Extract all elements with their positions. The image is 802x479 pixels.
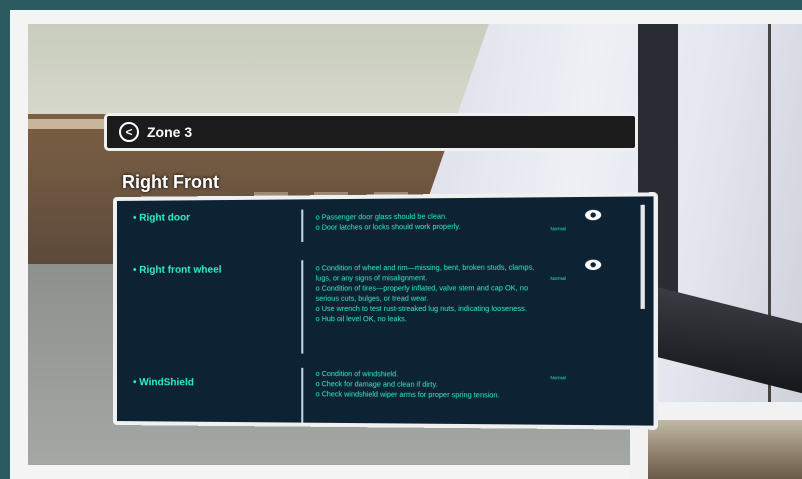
item-details: o Condition of windshield. o Check for d…	[315, 370, 500, 400]
divider	[301, 260, 304, 354]
item-details: o Passenger door glass should be clean. …	[315, 213, 461, 232]
divider	[301, 367, 304, 425]
scrollbar[interactable]	[640, 204, 645, 309]
divider	[301, 209, 304, 243]
item-label: • Right front wheel	[132, 264, 222, 276]
zone-header: < Zone 3	[104, 113, 638, 151]
zone-title: Zone 3	[147, 124, 193, 140]
status-badge: Normal	[550, 226, 566, 232]
section-title: Right Front	[122, 172, 219, 192]
status-badge: Normal	[550, 275, 566, 282]
status-badge: Normal	[550, 375, 566, 381]
eye-icon[interactable]	[585, 209, 602, 221]
item-label: • Right door	[132, 212, 191, 224]
back-icon[interactable]: <	[119, 122, 139, 142]
inspection-panel: • Right door o Passenger door glass shou…	[113, 192, 658, 430]
item-details: o Condition of wheel and rim—missing, be…	[315, 264, 535, 324]
preview-thumbnail-image	[648, 420, 802, 479]
eye-icon[interactable]	[585, 259, 602, 271]
item-label: • WindShield	[132, 377, 194, 389]
inspection-item: • WindShield o Condition of windshield. …	[117, 367, 636, 430]
inspection-item: • Right door o Passenger door glass shou…	[117, 207, 636, 251]
inspection-item: • Right front wheel o Condition of wheel…	[117, 259, 636, 355]
